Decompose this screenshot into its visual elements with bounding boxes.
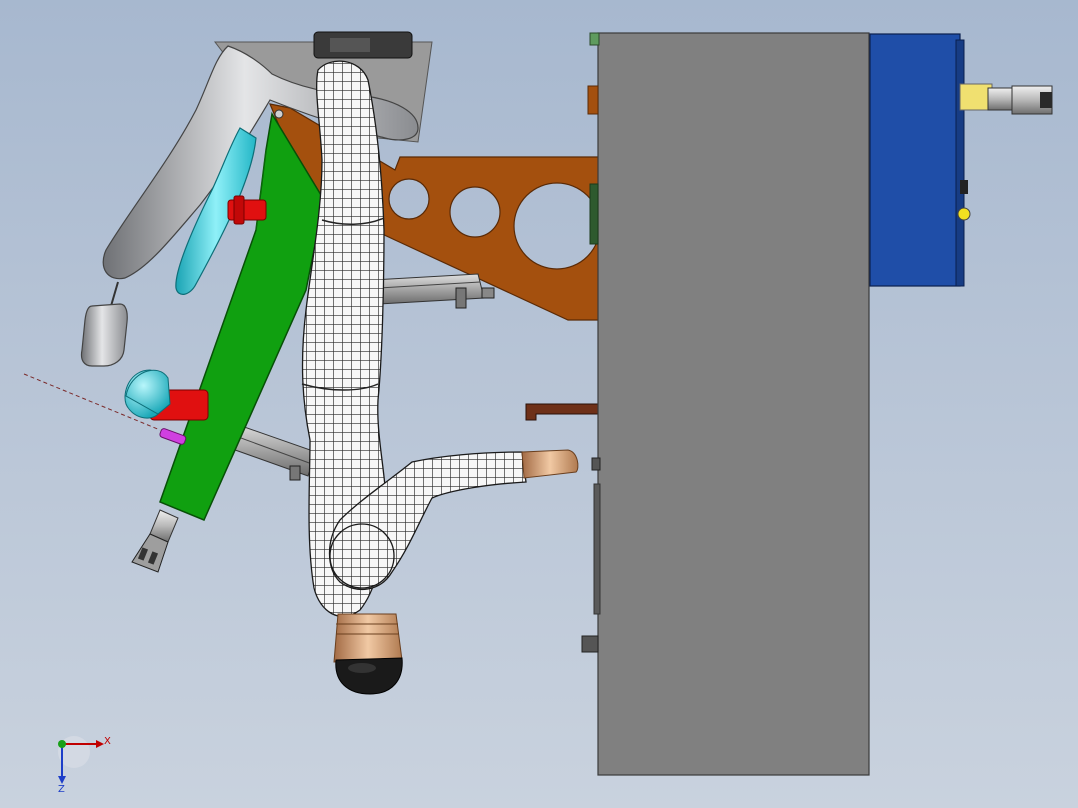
magenta-pin[interactable] (159, 428, 187, 445)
z-axis-label: Z (58, 784, 65, 795)
z-axis-arrow-icon (58, 776, 66, 784)
upper-red-knob[interactable] (227, 195, 267, 225)
cad-viewport[interactable]: X Z (0, 0, 1078, 808)
coordinate-triad: X Z (58, 736, 111, 795)
arm-connector[interactable] (131, 509, 179, 573)
assembly-scene[interactable]: X Z (0, 0, 1078, 808)
y-axis-dot-icon (58, 740, 66, 748)
upper-rail[interactable] (371, 273, 495, 309)
small-bracket[interactable] (525, 403, 599, 421)
gray-panel[interactable] (581, 32, 870, 776)
x-axis-label: X (104, 736, 111, 747)
bottom-tip[interactable] (333, 613, 403, 663)
blue-enclosure[interactable] (869, 33, 1053, 287)
black-cap[interactable] (335, 657, 403, 695)
branch-tip[interactable] (521, 449, 579, 479)
handle-weight (80, 303, 128, 367)
x-axis-arrow-icon (96, 740, 104, 748)
